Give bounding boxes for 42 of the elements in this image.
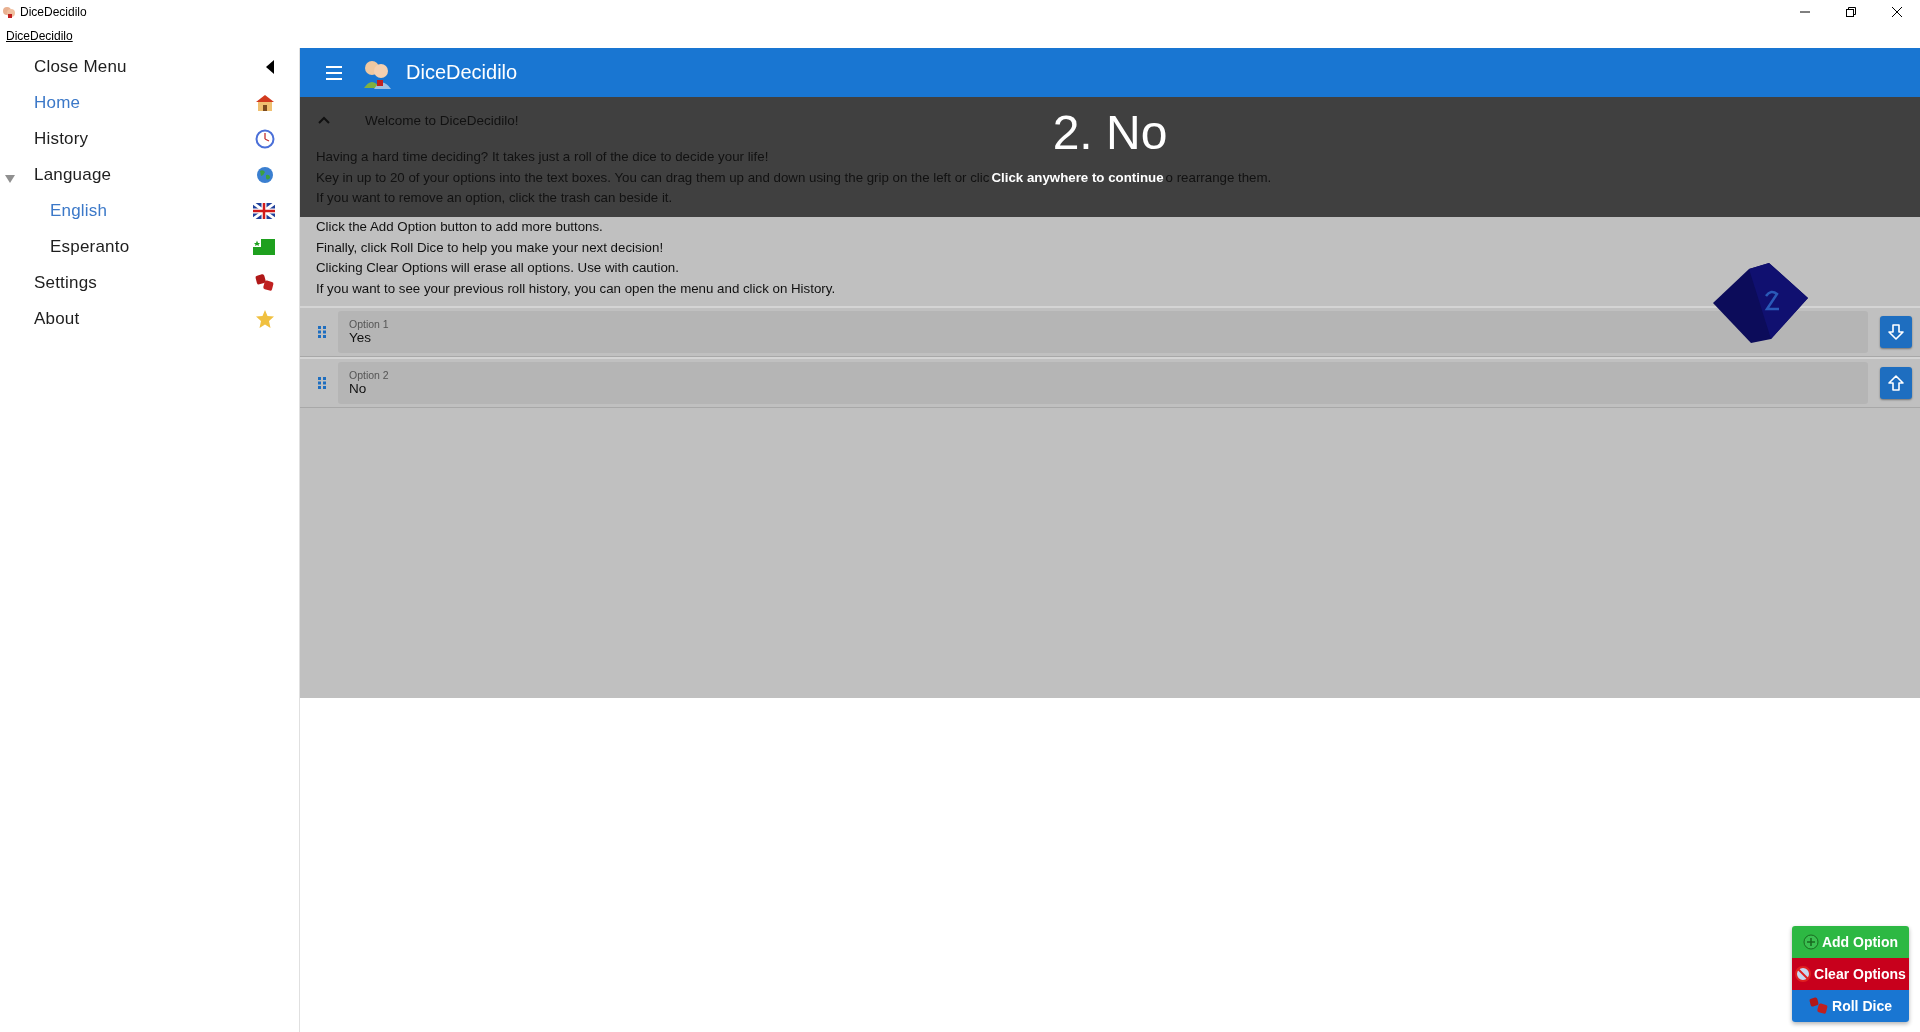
option-field[interactable]: Option 2 No [338,361,1868,404]
nav-item[interactable]: Language [0,157,299,193]
house-icon [255,94,275,112]
help-text: If you want to see your previous roll history, you can open the menu and click on History. [316,280,836,299]
move-button[interactable] [1880,366,1912,399]
plus-circle-icon [1802,934,1819,950]
flag-icon [253,239,275,255]
window-title: DiceDecidilo [20,5,87,19]
nav-item[interactable]: About [0,301,299,337]
nav-item[interactable]: Settings [0,265,299,301]
nav-item[interactable]: English [0,193,299,229]
menu-icon [324,64,344,81]
option-field[interactable]: Option 1 Yes [338,310,1868,353]
help-text: Clicking Clear Options will erase all options. Use with caution. [316,259,679,278]
caret-left-icon [265,60,275,74]
help-text: Finally, click Roll Dice to help you make your next decision! [316,238,664,257]
move-button[interactable] [1880,315,1912,348]
globe-icon [255,165,275,185]
restore-icon [1846,7,1856,17]
nav-item[interactable]: Esperanto [0,229,299,265]
help-text: Click the Add Option button to add more buttons. [316,218,603,236]
nav-item[interactable]: Home [0,85,299,121]
clock-icon [255,129,275,149]
drag-grip-icon[interactable] [318,325,326,338]
dice-icon [255,273,275,293]
app-title: DiceDecidilo [406,61,518,84]
chevron-up-icon[interactable] [318,116,330,124]
dice-icon [1809,997,1830,1015]
star-icon [255,309,275,329]
action-button[interactable]: Roll Dice [1792,990,1909,1022]
arrow-down-icon [1886,321,1906,342]
app-icon [2,5,16,19]
result-title: 2. No [1052,109,1168,157]
arrow-up-icon [1886,372,1906,393]
menu-item[interactable]: DiceDecidilo [6,29,73,43]
drag-grip-icon[interactable] [318,376,326,389]
no-entry-icon [1795,966,1812,982]
action-button[interactable]: Clear Options [1792,958,1909,990]
nav-item[interactable]: History [0,121,299,157]
close-icon [1892,7,1902,17]
flag-icon [253,203,275,219]
nav-item[interactable]: Close Menu [0,49,299,85]
